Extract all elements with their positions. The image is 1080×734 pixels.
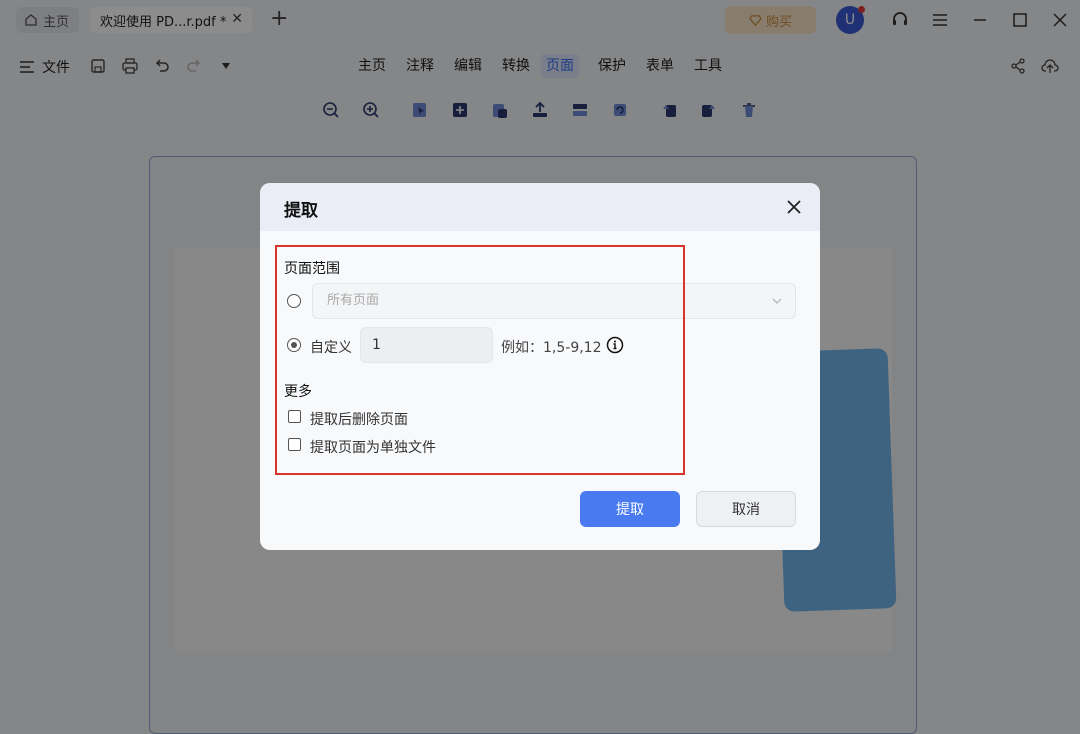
extract-dialog: 提取 页面范围 所有页面 自定义 1 例如：1,5-9,12 更多 提取后删除页…: [260, 183, 820, 550]
delete-after-extract-checkbox[interactable]: [288, 410, 301, 423]
chevron-down-icon: [772, 298, 782, 304]
more-title: 更多: [284, 384, 312, 400]
separate-files-label: 提取页面为单独文件: [310, 440, 436, 456]
close-icon[interactable]: [784, 197, 804, 217]
custom-radio[interactable]: [287, 338, 301, 352]
separate-files-checkbox[interactable]: [288, 438, 301, 451]
all-pages-select[interactable]: 所有页面: [312, 283, 796, 319]
custom-range-input[interactable]: 1: [360, 327, 493, 363]
all-pages-placeholder: 所有页面: [327, 293, 380, 308]
dialog-title: 提取: [284, 201, 318, 221]
dialog-header: 提取: [260, 183, 820, 231]
cancel-button[interactable]: 取消: [696, 491, 796, 527]
delete-after-extract-label: 提取后删除页面: [310, 412, 408, 428]
page-range-title: 页面范围: [284, 261, 340, 277]
info-icon[interactable]: [606, 336, 624, 354]
extract-button[interactable]: 提取: [580, 491, 680, 527]
custom-label: 自定义: [310, 340, 352, 356]
example-hint: 例如：1,5-9,12: [501, 340, 602, 356]
all-pages-radio[interactable]: [287, 294, 301, 308]
